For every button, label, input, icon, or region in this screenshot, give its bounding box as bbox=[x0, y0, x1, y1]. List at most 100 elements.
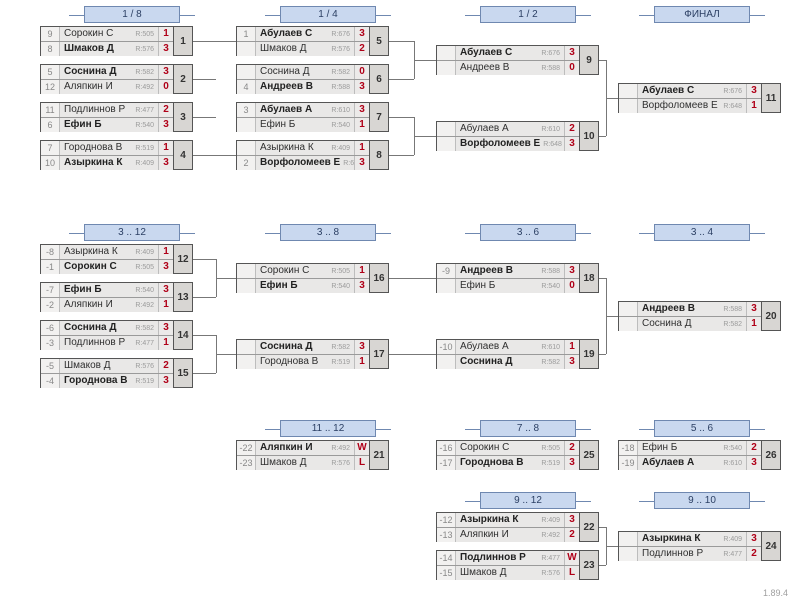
player-name: Соснина Д bbox=[64, 321, 116, 335]
match: Андреев ВR:5883Соснина ДR:582120 bbox=[618, 301, 781, 331]
player-seed: -18 bbox=[619, 441, 638, 455]
player-name: Ефин Б bbox=[642, 441, 677, 455]
match-core: -6Соснина ДR:5823-3Подлиннов РR:4771 bbox=[40, 320, 174, 350]
player-name: Шмаков Д bbox=[64, 359, 111, 373]
player-rating: R:610 bbox=[331, 104, 350, 117]
player-name: Андреев В bbox=[642, 302, 695, 316]
player-score: 3 bbox=[564, 456, 579, 470]
player-rating: R:588 bbox=[723, 303, 742, 316]
player-name: Абулаев А bbox=[460, 340, 509, 354]
player-rating: R:540 bbox=[135, 119, 154, 132]
match-player-row: -2Аляпкин ИR:4921 bbox=[41, 298, 173, 312]
player-name: Абулаев С bbox=[460, 46, 512, 60]
match-player-row: Соснина ДR:5823 bbox=[437, 355, 579, 369]
player-name-cell: Соснина ДR:582 bbox=[256, 65, 354, 79]
player-seed: -22 bbox=[237, 441, 256, 455]
match: Соснина ДR:58204Андреев ВR:58836 bbox=[236, 64, 389, 94]
player-name: Соснина Д bbox=[460, 355, 512, 369]
match-number: 5 bbox=[370, 26, 389, 56]
player-rating: R:477 bbox=[723, 548, 742, 561]
player-seed: -3 bbox=[41, 336, 60, 350]
player-seed: 12 bbox=[41, 80, 60, 94]
bracket-line bbox=[388, 117, 414, 118]
player-seed: -5 bbox=[41, 359, 60, 373]
match-core: Соснина ДR:5823Городнова ВR:5191 bbox=[236, 339, 370, 369]
round-label: 3 .. 8 bbox=[280, 224, 376, 241]
bracket-line bbox=[606, 546, 618, 547]
match-number: 9 bbox=[580, 45, 599, 75]
player-score: 1 bbox=[158, 245, 173, 259]
match-player-row: -3Подлиннов РR:4771 bbox=[41, 336, 173, 350]
player-score: 1 bbox=[158, 141, 173, 155]
player-seed: -6 bbox=[41, 321, 60, 335]
match-player-row: Соснина ДR:5820 bbox=[237, 65, 369, 80]
player-name-cell: Сорокин СR:505 bbox=[456, 441, 564, 455]
player-score: 3 bbox=[158, 260, 173, 274]
player-score: 1 bbox=[354, 118, 369, 132]
bracket-line bbox=[192, 259, 216, 260]
player-name: Абулаев С bbox=[260, 27, 312, 41]
match: -5Шмаков ДR:5762-4Городнова ВR:519315 bbox=[40, 358, 193, 388]
player-name-cell: Подлиннов РR:477 bbox=[456, 551, 564, 565]
player-name: Шмаков Д bbox=[260, 456, 307, 470]
match-player-row: Абулаев СR:6763 bbox=[619, 84, 761, 99]
player-name-cell: Шмаков ДR:576 bbox=[60, 359, 158, 373]
player-score: 0 bbox=[158, 80, 173, 94]
player-name: Абулаев С bbox=[642, 84, 694, 98]
player-rating: R:582 bbox=[135, 66, 154, 79]
match-player-row: -17Городнова ВR:5193 bbox=[437, 456, 579, 470]
player-name-cell: Азыркина КR:409 bbox=[456, 513, 564, 527]
player-rating: R:582 bbox=[331, 66, 350, 79]
player-name-cell: Сорокин СR:505 bbox=[60, 27, 158, 41]
match: Абулаев СR:6763Андреев ВR:58809 bbox=[436, 45, 599, 75]
player-name: Ефин Б bbox=[460, 279, 495, 293]
match-player-row: 3Абулаев АR:6103 bbox=[237, 103, 369, 118]
match-player-row: -14Подлиннов РR:477W bbox=[437, 551, 579, 566]
player-rating: R:576 bbox=[331, 43, 350, 56]
player-name-cell: Соснина ДR:582 bbox=[256, 340, 354, 354]
player-seed: 4 bbox=[237, 80, 256, 94]
match: -22Аляпкин ИR:492W-23Шмаков ДR:576L21 bbox=[236, 440, 389, 470]
match-player-row: -19Абулаев АR:6103 bbox=[619, 456, 761, 470]
player-rating: R:492 bbox=[541, 529, 560, 542]
player-name-cell: Шмаков ДR:576 bbox=[60, 42, 158, 56]
player-rating: R:540 bbox=[135, 284, 154, 297]
player-rating: R:519 bbox=[135, 142, 154, 155]
player-name: Аляпкин И bbox=[460, 528, 509, 542]
match-number: 22 bbox=[580, 512, 599, 542]
match-core: Азыркина КR:4093Подлиннов РR:4772 bbox=[618, 531, 762, 561]
player-score: 3 bbox=[354, 80, 369, 94]
match-player-row: -4Городнова ВR:5193 bbox=[41, 374, 173, 388]
match-player-row: 9Сорокин СR:5051 bbox=[41, 27, 173, 42]
player-name-cell: Соснина ДR:582 bbox=[60, 321, 158, 335]
match-core: -18Ефин БR:5402-19Абулаев АR:6103 bbox=[618, 440, 762, 470]
bracket-line bbox=[606, 316, 618, 317]
player-rating: R:409 bbox=[541, 514, 560, 527]
player-seed: -17 bbox=[437, 456, 456, 470]
player-score: 1 bbox=[746, 99, 761, 113]
player-seed: 3 bbox=[237, 103, 256, 117]
player-seed bbox=[437, 61, 456, 75]
player-seed: -13 bbox=[437, 528, 456, 542]
player-seed: 7 bbox=[41, 141, 60, 155]
match-player-row: Абулаев СR:6763 bbox=[437, 46, 579, 61]
player-score: 2 bbox=[746, 547, 761, 561]
match-player-row: -23Шмаков ДR:576L bbox=[237, 456, 369, 470]
player-name-cell: Шмаков ДR:576 bbox=[256, 42, 354, 56]
player-rating: R:505 bbox=[331, 265, 350, 278]
player-name-cell: Городнова ВR:519 bbox=[456, 456, 564, 470]
player-name-cell: Абулаев С R:676 bbox=[256, 27, 354, 41]
player-rating: R:505 bbox=[135, 28, 154, 41]
player-seed bbox=[237, 355, 256, 369]
player-score: 3 bbox=[564, 264, 579, 278]
player-rating: R:676 bbox=[331, 28, 350, 41]
player-score: 3 bbox=[354, 103, 369, 117]
player-name: Андреев В bbox=[460, 61, 509, 75]
player-name: Ефин Б bbox=[64, 118, 102, 132]
player-name-cell: Азыркина КR:409 bbox=[638, 532, 746, 546]
player-score: 0 bbox=[354, 65, 369, 79]
player-rating: R:540 bbox=[331, 280, 350, 293]
player-rating: R:409 bbox=[135, 157, 154, 170]
match-core: -5Шмаков ДR:5762-4Городнова ВR:5193 bbox=[40, 358, 174, 388]
match-core: -10Абулаев АR:6101Соснина ДR:5823 bbox=[436, 339, 580, 369]
